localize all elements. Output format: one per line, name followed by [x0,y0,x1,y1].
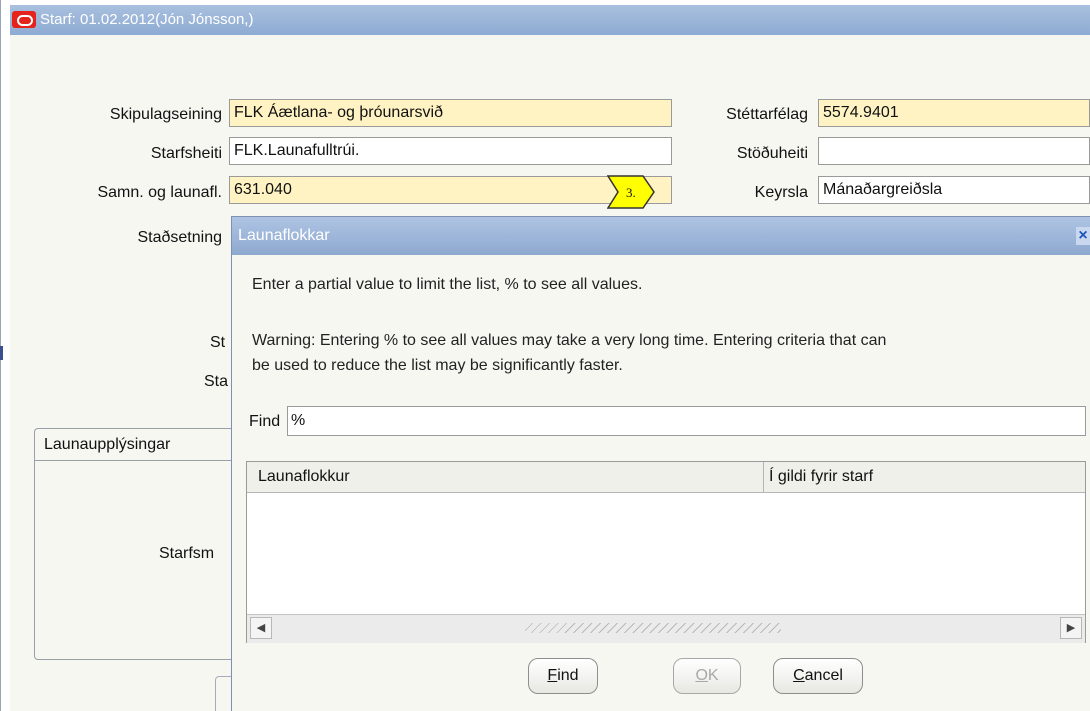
scroll-left-icon[interactable]: ◀ [250,617,272,639]
stadsetning-label: Staðsetning [137,229,222,246]
partial-label-sta: Sta [204,373,229,390]
samn-og-launafl-label: Samn. og launafl. [97,184,222,201]
window-titlebar[interactable]: Starf: 01.02.2012(Jón Jónsson,) [10,5,1090,35]
cancel-button-accel: C [793,667,805,684]
results-table: Launaflokkur Í gildi fyrir starf ◀ ▶ [246,461,1086,643]
oracle-logo-icon [12,11,36,28]
find-input[interactable]: % [287,406,1086,436]
column-header-i-gildi-fyrir-starf[interactable]: Í gildi fyrir starf [765,462,1085,492]
ok-button-label: K [707,667,719,684]
scroll-right-icon[interactable]: ▶ [1060,617,1082,639]
cancel-button[interactable]: Cancel [773,658,863,694]
stettarfelag-label: Stéttarfélag [726,106,808,123]
find-button-accel: F [547,667,558,684]
partial-label-st: St [210,334,226,351]
scrollbar-thumb[interactable] [525,623,781,633]
ok-button-accel: O [695,667,708,684]
tab-launauplysingar[interactable]: Launaupplýsingar [34,428,234,460]
stoduheiti-field[interactable] [818,137,1090,165]
dialog-warning-line-2: be used to reduce the list may be signif… [252,357,623,374]
skipulagseining-field[interactable]: FLK Áætlana- og þróunarsvið [229,99,672,127]
results-table-header: Launaflokkur Í gildi fyrir starf [247,462,1085,493]
column-header-launaflokkur[interactable]: Launaflokkur [247,462,764,492]
close-icon[interactable]: × [1076,227,1090,245]
window-title: Starf: 01.02.2012(Jón Jónsson,) [40,11,254,28]
dialog-instruction: Enter a partial value to limit the list,… [252,276,643,293]
stoduheiti-label: Stöðuheiti [736,145,808,162]
partial-label-starfsm: Starfsm [159,545,215,562]
dialog-title: Launaflokkar [238,227,330,244]
tab-content-area: Starfsm [34,460,234,660]
stettarfelag-field[interactable]: 5574.9401 [818,99,1090,127]
cancel-button-label: ancel [804,667,843,684]
keyrsla-field[interactable]: Mánaðargreiðsla [818,176,1090,204]
window-edge-marker [0,346,3,360]
starfsheiti-field[interactable]: FLK.Launafulltrúi. [229,137,672,165]
samn-og-launafl-field[interactable]: 631.040 [229,176,672,204]
skipulagseining-label: Skipulagseining [109,106,222,123]
find-button-label: ind [557,667,579,684]
ok-button[interactable]: OK [673,658,741,694]
step-marker-label: 3. [626,185,636,200]
find-label: Find [249,413,281,430]
keyrsla-label: Keyrsla [754,184,808,201]
launaflokkar-dialog: Launaflokkar × Enter a partial value to … [231,216,1090,711]
starfsheiti-label: Starfsheiti [150,145,222,162]
dialog-titlebar[interactable]: Launaflokkar × [232,217,1090,255]
dialog-warning-line-1: Warning: Entering % to see all values ma… [252,332,887,349]
find-button[interactable]: Find [528,658,598,694]
horizontal-scrollbar[interactable]: ◀ ▶ [247,614,1085,643]
